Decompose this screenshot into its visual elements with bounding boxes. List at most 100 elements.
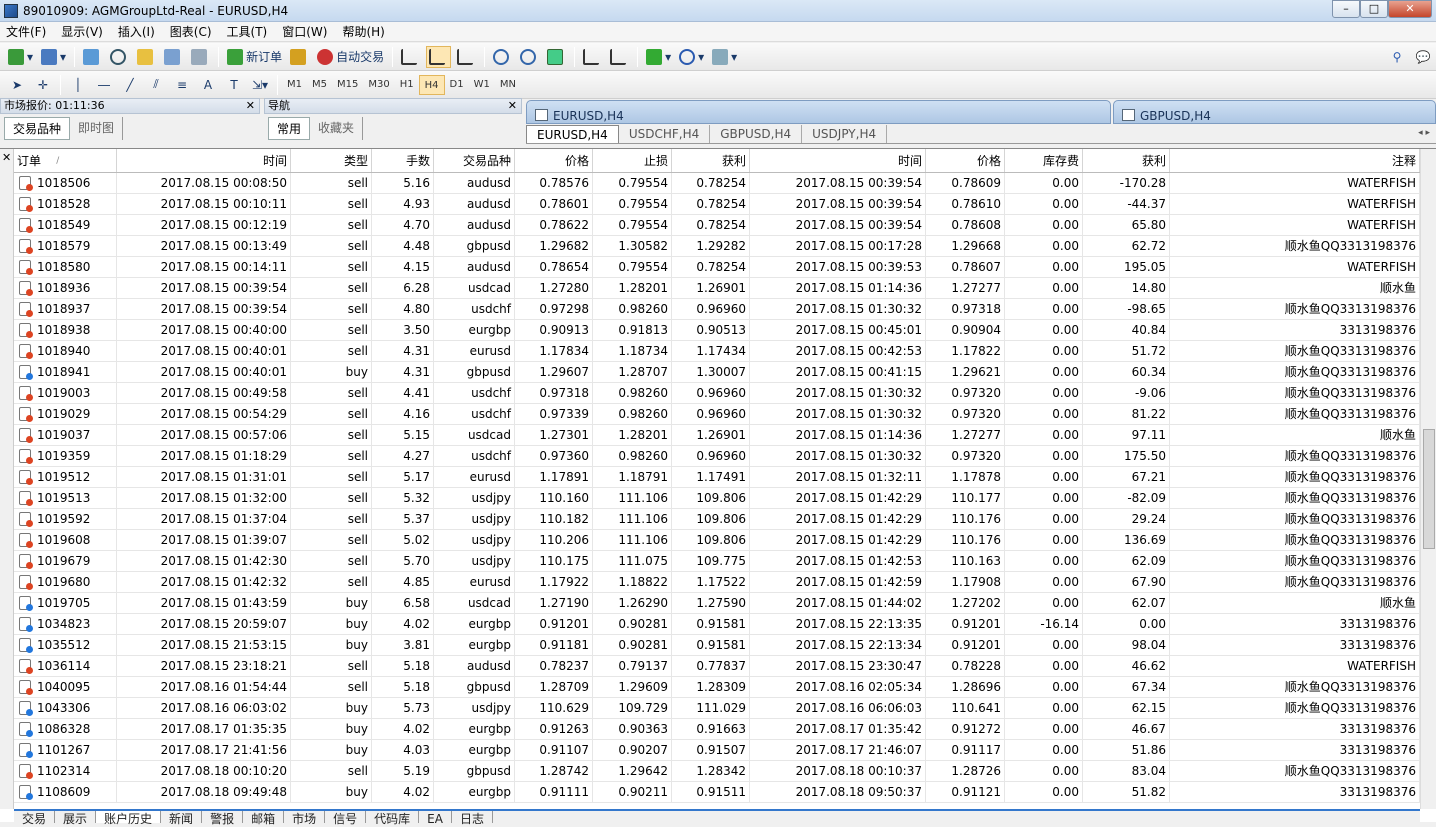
timeframe-m5[interactable]: M5 [307,75,332,95]
new-chart-icon[interactable]: ▾ [6,46,35,68]
table-row[interactable]: 1019359 2017.08.15 01:18:29 sell 4.27 usdchf… [14,446,1420,467]
scrollbar-thumb[interactable] [1423,429,1435,549]
tab-favorites[interactable]: 收藏夹 [310,117,364,140]
table-row[interactable]: 1034823 2017.08.15 20:59:07 buy 4.02 eurgbp 0… [14,614,1420,635]
tab-symbols[interactable]: 交易品种 [4,117,71,140]
col-order[interactable]: 订单 / [14,149,117,172]
table-row[interactable]: 1036114 2017.08.15 23:18:21 sell 5.18 audusd… [14,656,1420,677]
col-comment[interactable]: 注释 [1170,149,1420,172]
tab-journal[interactable]: 日志 [452,811,493,826]
market-watch-close-icon[interactable]: ✕ [246,99,255,113]
chart-tab-usdchf[interactable]: USDCHF,H4 [619,125,711,143]
tab-market[interactable]: 市场 [284,811,326,826]
table-row[interactable]: 1108609 2017.08.18 09:49:48 buy 4.02 eurgbp 0… [14,782,1420,803]
chart-tab-eurusd[interactable]: EURUSD,H4 [526,125,619,143]
table-row[interactable]: 1019029 2017.08.15 00:54:29 sell 4.16 usdchf… [14,404,1420,425]
timeframe-d1[interactable]: D1 [445,75,469,95]
tab-experts[interactable]: EA [419,811,452,826]
col-volume[interactable]: 手数 [372,149,434,172]
table-row[interactable]: 1018528 2017.08.15 00:10:11 sell 4.93 audusd… [14,194,1420,215]
table-row[interactable]: 1019705 2017.08.15 01:43:59 buy 6.58 usdcad 1… [14,593,1420,614]
zoom-out-icon[interactable] [518,46,541,68]
tab-exposure[interactable]: 展示 [55,811,97,826]
table-row[interactable]: 1035512 2017.08.15 21:53:15 buy 3.81 eurgbp 0… [14,635,1420,656]
strategy-tester-icon[interactable] [189,46,212,68]
market-watch-icon[interactable] [81,46,104,68]
auto-trading-button[interactable]: 自动交易 [315,46,386,68]
menu-view[interactable]: 显示(V) [55,22,112,42]
col-close-price[interactable]: 价格 [926,149,1005,172]
table-row[interactable]: 1019037 2017.08.15 00:57:06 sell 5.15 usdcad… [14,425,1420,446]
table-row[interactable]: 1043306 2017.08.16 06:03:02 buy 5.73 usdjpy 1… [14,698,1420,719]
terminal-icon[interactable] [162,46,185,68]
new-order-button[interactable]: 新订单 [225,46,284,68]
timeframe-m30[interactable]: M30 [363,75,394,95]
tab-trade[interactable]: 交易 [14,811,56,826]
tab-code-base[interactable]: 代码库 [366,811,420,826]
zoom-in-icon[interactable] [491,46,514,68]
chart-window-gbpusd[interactable]: GBPUSD,H4 [1113,100,1436,124]
timeframe-w1[interactable]: W1 [469,75,495,95]
menu-charts[interactable]: 图表(C) [164,22,221,42]
timeframe-m15[interactable]: M15 [332,75,363,95]
table-row[interactable]: 1019679 2017.08.15 01:42:30 sell 5.70 usdjpy… [14,551,1420,572]
col-sl[interactable]: 止损 [593,149,672,172]
chart-shift-icon[interactable] [608,46,631,68]
tile-windows-icon[interactable] [545,46,568,68]
col-symbol[interactable]: 交易品种 [434,149,515,172]
menu-tools[interactable]: 工具(T) [221,22,277,42]
table-row[interactable]: 1102314 2017.08.18 00:10:20 sell 5.19 gbpusd… [14,761,1420,782]
table-row[interactable]: 1018579 2017.08.15 00:13:49 sell 4.48 gbpusd… [14,236,1420,257]
cursor-icon[interactable]: ➤ [6,74,28,96]
tab-tick-chart[interactable]: 即时图 [70,117,124,140]
menu-insert[interactable]: 插入(I) [112,22,164,42]
navigator-close-icon[interactable]: ✕ [508,99,517,113]
tab-signals[interactable]: 信号 [325,811,367,826]
table-row[interactable]: 1018936 2017.08.15 00:39:54 sell 6.28 usdcad… [14,278,1420,299]
trendline-icon[interactable]: ╱ [119,74,141,96]
table-row[interactable]: 1101267 2017.08.17 21:41:56 buy 4.03 eurgbp 0… [14,740,1420,761]
maximize-button[interactable]: □ [1360,0,1388,18]
search-icon[interactable]: ⚲ [1386,46,1408,68]
col-tp[interactable]: 获利 [672,149,750,172]
tab-alerts[interactable]: 警报 [202,811,244,826]
col-swap[interactable]: 库存费 [1005,149,1083,172]
terminal-close-icon[interactable]: ✕ [2,151,11,164]
line-chart-icon[interactable] [455,46,478,68]
chat-icon[interactable]: 💬 [1412,46,1434,68]
table-row[interactable]: 1018940 2017.08.15 00:40:01 sell 4.31 eurusd… [14,341,1420,362]
chart-tab-gbpusd[interactable]: GBPUSD,H4 [710,125,803,143]
col-profit[interactable]: 获利 [1083,149,1170,172]
text-label-icon[interactable]: T [223,74,245,96]
timeframe-h1[interactable]: H1 [395,75,419,95]
table-row[interactable]: 1086328 2017.08.17 01:35:35 buy 4.02 eurgbp 0… [14,719,1420,740]
bar-chart-icon[interactable] [399,46,422,68]
text-icon[interactable]: A [197,74,219,96]
vertical-line-icon[interactable]: │ [67,74,89,96]
table-row[interactable]: 1018580 2017.08.15 00:14:11 sell 4.15 audusd… [14,257,1420,278]
timeframe-m1[interactable]: M1 [282,75,307,95]
chart-window-eurusd[interactable]: EURUSD,H4 [526,100,1111,124]
menu-help[interactable]: 帮助(H) [336,22,393,42]
templates-icon[interactable]: ▾ [710,46,739,68]
col-open-price[interactable]: 价格 [515,149,593,172]
table-row[interactable]: 1019003 2017.08.15 00:49:58 sell 4.41 usdchf… [14,383,1420,404]
table-row[interactable]: 1018941 2017.08.15 00:40:01 buy 4.31 gbpusd 1… [14,362,1420,383]
chart-tab-usdjpy[interactable]: USDJPY,H4 [802,125,888,143]
table-row[interactable]: 1019608 2017.08.15 01:39:07 sell 5.02 usdjpy… [14,530,1420,551]
close-button[interactable]: ✕ [1388,0,1432,18]
col-close-time[interactable]: 时间 [750,149,926,172]
periods-icon[interactable]: ▾ [677,46,706,68]
menu-file[interactable]: 文件(F) [0,22,55,42]
tab-news[interactable]: 新闻 [161,811,203,826]
data-window-icon[interactable] [108,46,131,68]
table-row[interactable]: 1018549 2017.08.15 00:12:19 sell 4.70 audusd… [14,215,1420,236]
table-row[interactable]: 1018937 2017.08.15 00:39:54 sell 4.80 usdchf… [14,299,1420,320]
auto-scroll-icon[interactable] [581,46,604,68]
table-row[interactable]: 1018506 2017.08.15 00:08:50 sell 5.16 audusd… [14,173,1420,194]
table-row[interactable]: 1018938 2017.08.15 00:40:00 sell 3.50 eurgbp… [14,320,1420,341]
crosshair-icon[interactable]: ✛ [32,74,54,96]
fibonacci-icon[interactable]: ≡ [171,74,193,96]
table-row[interactable]: 1019592 2017.08.15 01:37:04 sell 5.37 usdjpy… [14,509,1420,530]
table-row[interactable]: 1019513 2017.08.15 01:32:00 sell 5.32 usdjpy… [14,488,1420,509]
